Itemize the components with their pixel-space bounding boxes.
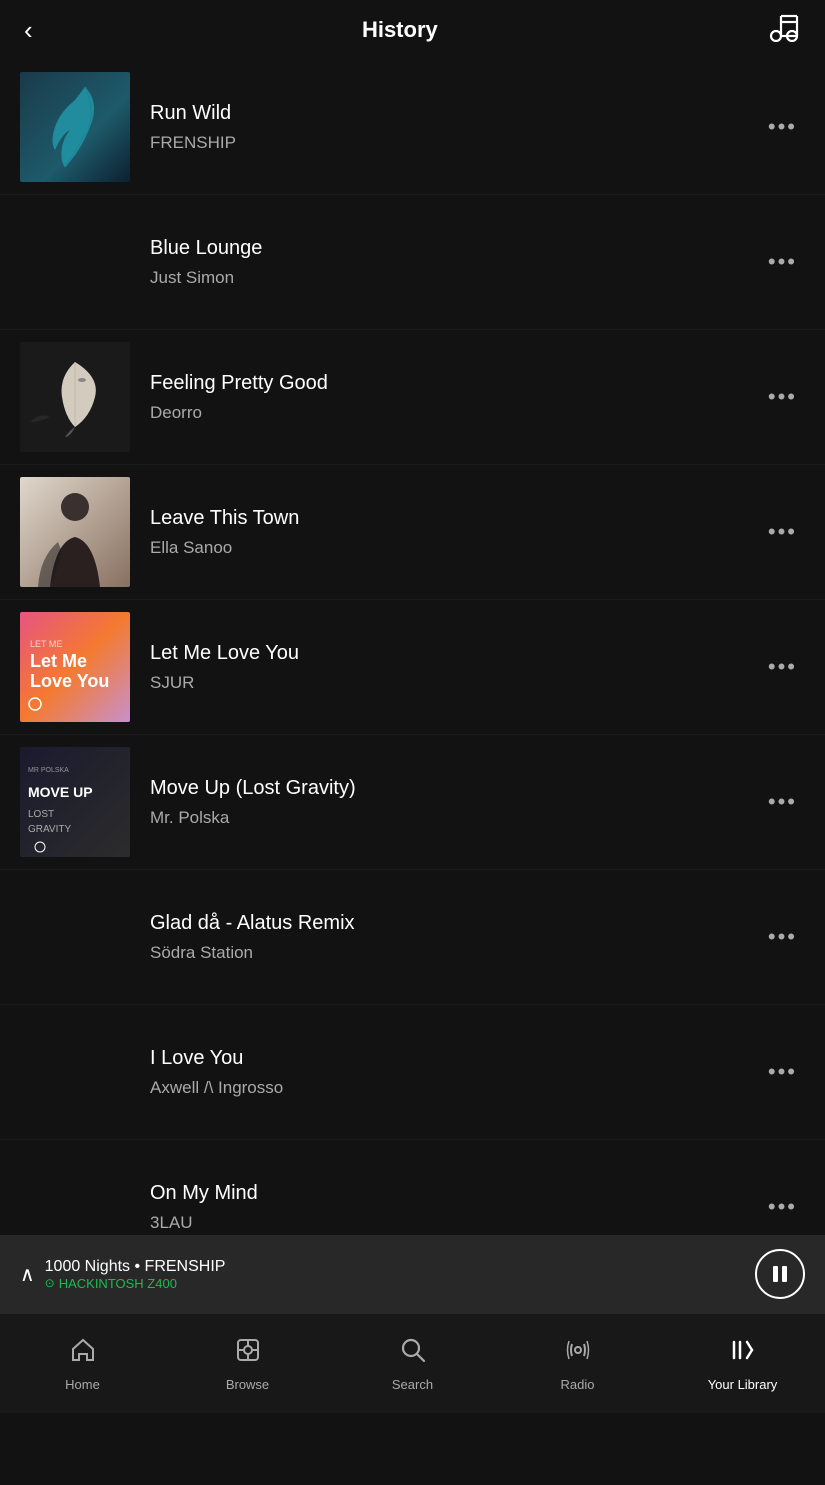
svg-text:MOVE UP: MOVE UP [28,784,93,800]
svg-text:LOST: LOST [28,809,54,820]
track-more-button[interactable]: ••• [760,1186,805,1228]
track-artwork-let-me-love-you: LET ME Let Me Love You [20,612,130,722]
track-item[interactable]: Feeling Pretty Good Deorro••• [0,330,825,465]
now-playing-device: ⊙ HACKINTOSH Z400 [45,1276,226,1291]
bottom-nav: Home Browse Search [0,1313,825,1413]
track-name: Run Wild [150,102,760,125]
track-info: Move Up (Lost Gravity) Mr. Polska [150,777,760,828]
now-playing-bar[interactable]: ∧ 1000 Nights • FRENSHIP ⊙ HACKINTOSH Z4… [0,1235,825,1313]
radio-icon [564,1336,592,1371]
track-info: I Love You Axwell /\ Ingrosso [150,1047,760,1098]
track-name: Let Me Love You [150,642,760,665]
track-info: Let Me Love You SJUR [150,642,760,693]
track-artist: Axwell /\ Ingrosso [150,1078,760,1098]
track-artwork-feeling-pretty-good [20,342,130,452]
svg-text:MR POLSKA: MR POLSKA [28,767,69,774]
svg-text:LET ME: LET ME [30,639,62,649]
track-item[interactable]: Blue Lounge Just Simon••• [0,195,825,330]
track-artwork-blue-lounge [20,207,130,317]
music-icon [767,12,801,48]
track-artwork-leave-this-town [20,477,130,587]
nav-label-radio: Radio [561,1377,595,1392]
track-artist: FRENSHIP [150,133,760,153]
nav-label-search: Search [392,1377,433,1392]
track-more-button[interactable]: ••• [760,106,805,148]
track-name: Feeling Pretty Good [150,372,760,395]
now-playing-track: 1000 Nights • FRENSHIP [45,1258,226,1276]
track-more-button[interactable]: ••• [760,241,805,283]
track-artist: Södra Station [150,943,760,963]
now-playing-chevron[interactable]: ∧ [20,1262,35,1287]
track-info: On My Mind 3LAU [150,1182,760,1233]
nav-item-your-library[interactable]: Your Library [660,1336,825,1392]
page-title: History [362,17,438,43]
track-info: Run Wild FRENSHIP [150,102,760,153]
track-artist: Ella Sanoo [150,538,760,558]
track-item[interactable]: Leave This Town Ella Sanoo••• [0,465,825,600]
nav-item-home[interactable]: Home [0,1336,165,1392]
svg-text:Let Me: Let Me [30,651,87,671]
track-name: Move Up (Lost Gravity) [150,777,760,800]
track-artist: SJUR [150,673,760,693]
track-info: Glad då - Alatus Remix Södra Station [150,912,760,963]
track-artwork-glad-da [20,882,130,992]
svg-text:Love You: Love You [30,671,109,691]
track-item[interactable]: I Love You Axwell /\ Ingrosso••• [0,1005,825,1140]
track-name: On My Mind [150,1182,760,1205]
browse-icon [234,1336,262,1371]
track-name: Leave This Town [150,507,760,530]
library-icon [729,1336,757,1371]
track-more-button[interactable]: ••• [760,646,805,688]
track-name: I Love You [150,1047,760,1070]
track-artist: 3LAU [150,1213,760,1233]
nav-label-browse: Browse [226,1377,269,1392]
track-info: Blue Lounge Just Simon [150,237,760,288]
track-artist: Mr. Polska [150,808,760,828]
track-artist: Deorro [150,403,760,423]
search-icon [399,1336,427,1371]
track-more-button[interactable]: ••• [760,1051,805,1093]
track-more-button[interactable]: ••• [760,511,805,553]
pause-button[interactable] [755,1249,805,1299]
track-item[interactable]: Glad då - Alatus Remix Södra Station••• [0,870,825,1005]
nav-label-your-library: Your Library [708,1377,778,1392]
now-playing-left: ∧ 1000 Nights • FRENSHIP ⊙ HACKINTOSH Z4… [20,1258,225,1291]
track-more-button[interactable]: ••• [760,781,805,823]
track-item[interactable]: MR POLSKA MOVE UP LOST GRAVITY Move Up (… [0,735,825,870]
nav-item-search[interactable]: Search [330,1336,495,1392]
header: ‹ History [0,0,825,60]
track-artwork-run-wild [20,72,130,182]
track-artwork-i-love-you [20,1017,130,1127]
now-playing-info: 1000 Nights • FRENSHIP ⊙ HACKINTOSH Z400 [45,1258,226,1291]
device-icon: ⊙ [45,1276,55,1290]
svg-text:GRAVITY: GRAVITY [28,824,71,835]
track-item[interactable]: Run Wild FRENSHIP••• [0,60,825,195]
nav-item-radio[interactable]: Radio [495,1336,660,1392]
track-more-button[interactable]: ••• [760,916,805,958]
track-name: Blue Lounge [150,237,760,260]
track-artist: Just Simon [150,268,760,288]
home-icon [69,1336,97,1371]
track-info: Feeling Pretty Good Deorro [150,372,760,423]
back-button[interactable]: ‹ [24,15,33,46]
nav-item-browse[interactable]: Browse [165,1336,330,1392]
nav-label-home: Home [65,1377,100,1392]
track-more-button[interactable]: ••• [760,376,805,418]
track-info: Leave This Town Ella Sanoo [150,507,760,558]
track-artwork-move-up: MR POLSKA MOVE UP LOST GRAVITY [20,747,130,857]
track-name: Glad då - Alatus Remix [150,912,760,935]
track-item[interactable]: LET ME Let Me Love You Let Me Love You SJ… [0,600,825,735]
